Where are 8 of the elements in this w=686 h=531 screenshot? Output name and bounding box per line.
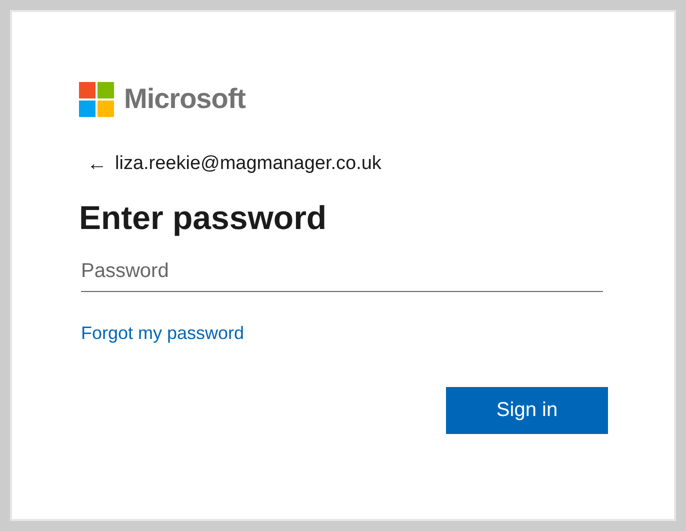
forgot-password-link[interactable]: Forgot my password [81, 320, 244, 347]
page-heading: Enter password [79, 198, 328, 238]
password-field[interactable]: Password [81, 252, 603, 292]
back-button[interactable]: ← [87, 154, 107, 174]
four-squares-logo-icon [79, 82, 114, 116]
brand-name: Microsoft [124, 82, 246, 116]
sign-in-button[interactable]: Sign in [446, 386, 608, 434]
account-email: liza.reekie@magmanager.co.uk [115, 152, 382, 176]
